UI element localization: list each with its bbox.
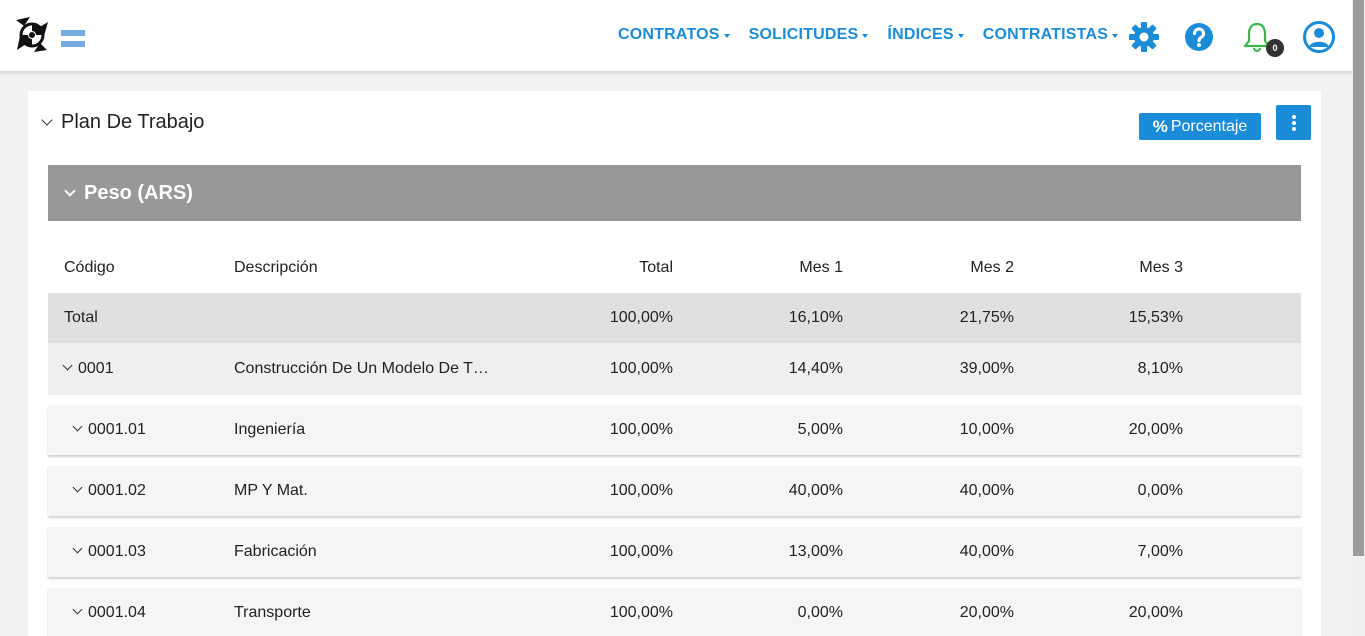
table-row-total[interactable]: Total 100,00% 16,10% 21,75% 15,53%	[48, 293, 1301, 343]
row-mes-3: 20,00%	[1128, 604, 1183, 621]
row-code-toggle[interactable]: 0001.01	[72, 421, 146, 439]
row-mes-2: 40,00%	[959, 543, 1014, 560]
row-total: 100,00%	[609, 543, 673, 560]
help-icon[interactable]	[1182, 20, 1216, 54]
nav-contratistas-label: CONTRATISTAS	[982, 26, 1109, 43]
card-header-toggle[interactable]: Plan De Trabajo	[41, 111, 205, 134]
scrollbar-thumb[interactable]	[1353, 0, 1364, 556]
header-mes-3[interactable]: Mes 3	[1083, 259, 1183, 277]
top-navbar: CONTRATOS SOLICITUDES ÍNDICES CONTRATIST…	[0, 0, 1352, 72]
vertical-dots-icon	[1291, 114, 1296, 119]
row-mes-1: 16,10%	[788, 309, 843, 326]
chevron-down-icon	[72, 482, 83, 493]
porcentaje-button[interactable]: % Porcentaje	[1139, 113, 1261, 140]
row-code: 0001.01	[88, 421, 146, 438]
row-mes-2: 20,00%	[959, 604, 1014, 621]
more-options-button[interactable]	[1276, 105, 1311, 140]
row-code-toggle[interactable]: 0001.04	[72, 604, 146, 622]
row-mes-2: 39,00%	[959, 360, 1014, 377]
row-description: MP Y Mat.	[234, 482, 308, 499]
row-code: Total	[64, 309, 98, 326]
chevron-down-icon	[64, 184, 76, 197]
row-code: 0001.04	[88, 604, 146, 621]
row-mes-3: 8,10%	[1137, 360, 1183, 377]
user-icon[interactable]	[1302, 20, 1336, 54]
row-code-toggle[interactable]: 0001	[62, 360, 114, 378]
row-code: 0001	[78, 360, 114, 377]
percent-icon: %	[1152, 116, 1168, 136]
section-title: Peso (ARS)	[84, 181, 193, 204]
nav-solicitudes-label: SOLICITUDES	[748, 26, 859, 43]
row-total: 100,00%	[609, 604, 673, 621]
row-mes-1: 13,00%	[788, 543, 843, 560]
table-row[interactable]: 0001.02 MP Y Mat. 100,00% 40,00% 40,00% …	[48, 466, 1301, 516]
company-logo[interactable]	[14, 16, 50, 54]
nav-indices-label: ÍNDICES	[887, 26, 954, 43]
row-description: Transporte	[234, 604, 311, 621]
row-mes-1: 14,40%	[788, 360, 843, 377]
chevron-down-icon	[72, 604, 83, 615]
header-total[interactable]: Total	[573, 259, 673, 277]
table-row[interactable]: 0001 Construcción De Un Modelo De T… 100…	[48, 343, 1301, 395]
row-total: 100,00%	[609, 482, 673, 499]
row-mes-2: 21,75%	[959, 309, 1014, 326]
caret-down-icon	[723, 34, 730, 38]
table-row[interactable]: 0001.04 Transporte 100,00% 0,00% 20,00% …	[48, 588, 1301, 636]
row-mes-3: 7,00%	[1137, 543, 1183, 560]
row-code: 0001.03	[88, 543, 146, 560]
header-description[interactable]: Descripción	[234, 259, 318, 277]
row-description: Fabricación	[234, 543, 317, 560]
row-description: Ingeniería	[234, 421, 306, 438]
section-header-toggle[interactable]: Peso (ARS)	[48, 165, 1301, 221]
page-scrollbar[interactable]	[1352, 0, 1365, 636]
nav-contratos[interactable]: CONTRATOS	[618, 26, 730, 44]
chevron-down-icon	[72, 543, 83, 554]
table-row[interactable]: 0001.01 Ingeniería 100,00% 5,00% 10,00% …	[48, 405, 1301, 455]
row-mes-2: 10,00%	[959, 421, 1014, 438]
row-mes-3: 20,00%	[1128, 421, 1183, 438]
notification-count-badge: 0	[1266, 39, 1284, 57]
row-mes-3: 15,53%	[1128, 309, 1183, 326]
row-total: 100,00%	[609, 421, 673, 438]
header-mes-1[interactable]: Mes 1	[743, 259, 843, 277]
row-mes-1: 40,00%	[788, 482, 843, 499]
row-mes-3: 0,00%	[1137, 482, 1183, 499]
chevron-down-icon	[41, 114, 53, 126]
chevron-down-icon	[62, 360, 73, 371]
row-mes-1: 0,00%	[797, 604, 843, 621]
header-code[interactable]: Código	[64, 259, 115, 277]
argentina-flag-icon[interactable]	[61, 30, 85, 48]
caret-down-icon	[1112, 34, 1119, 38]
nav-contratos-label: CONTRATOS	[618, 26, 720, 43]
nav-indices[interactable]: ÍNDICES	[887, 26, 964, 44]
row-description: Construcción De Un Modelo De T…	[234, 360, 489, 377]
table-row[interactable]: 0001.03 Fabricación 100,00% 13,00% 40,00…	[48, 527, 1301, 577]
caret-down-icon	[957, 34, 964, 38]
row-mes-2: 40,00%	[959, 482, 1014, 499]
nav-solicitudes[interactable]: SOLICITUDES	[749, 26, 869, 44]
main-menu: CONTRATOS SOLICITUDES ÍNDICES CONTRATIST…	[618, 26, 1137, 44]
row-code-toggle[interactable]: 0001.02	[72, 482, 146, 500]
caret-down-icon	[862, 34, 869, 38]
header-mes-2[interactable]: Mes 2	[914, 259, 1014, 277]
row-code: 0001.02	[88, 482, 146, 499]
row-code-toggle[interactable]: 0001.03	[72, 543, 146, 561]
gear-icon[interactable]	[1127, 20, 1161, 54]
row-mes-1: 5,00%	[797, 421, 843, 438]
chevron-down-icon	[72, 421, 83, 432]
nav-contratistas[interactable]: CONTRATISTAS	[982, 26, 1119, 44]
row-total: 100,00%	[609, 360, 673, 377]
porcentaje-button-label: Porcentaje	[1170, 117, 1248, 135]
card-title: Plan De Trabajo	[61, 111, 205, 133]
row-total: 100,00%	[609, 309, 673, 326]
